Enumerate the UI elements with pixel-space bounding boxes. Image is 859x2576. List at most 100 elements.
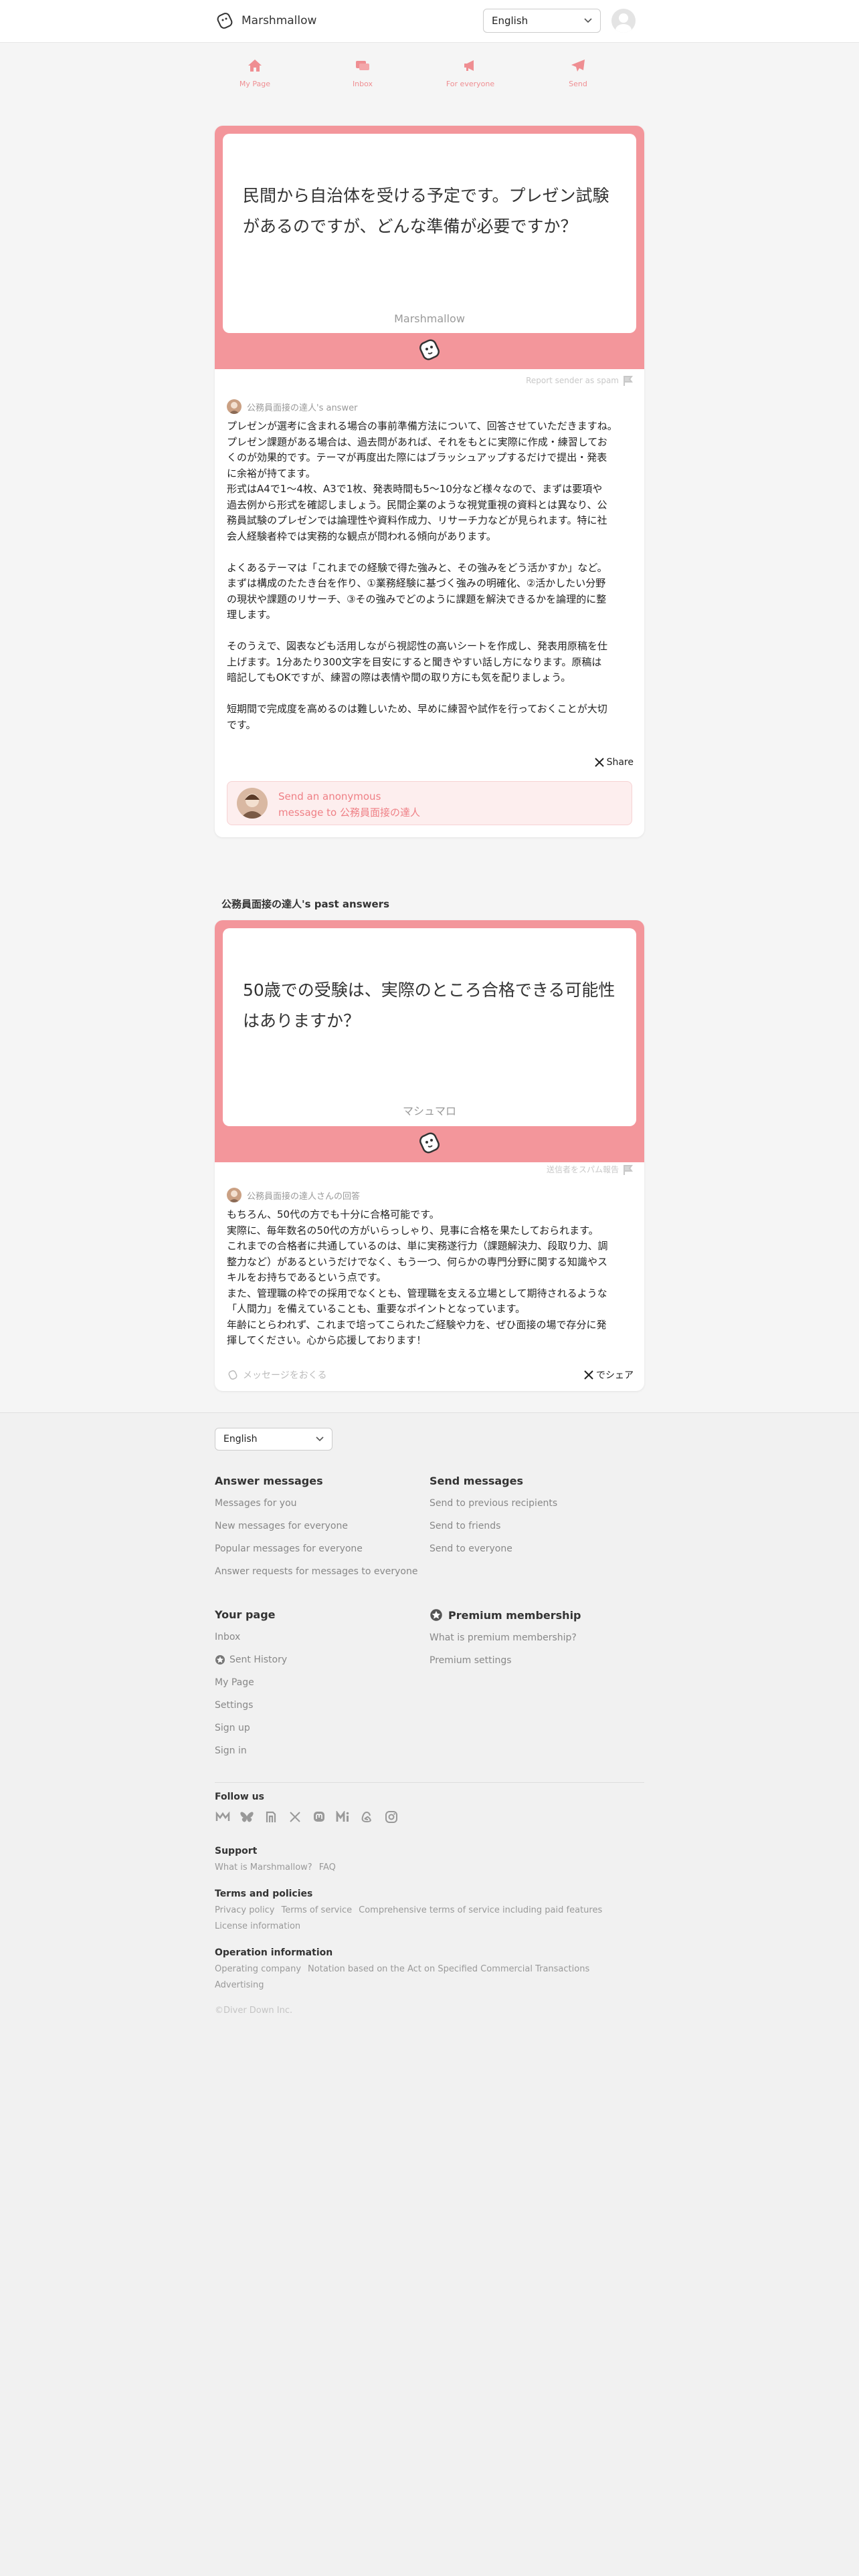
answerer-avatar: [227, 399, 242, 414]
premium-heading: Premium membership: [430, 1608, 581, 1622]
link-inbox[interactable]: Inbox: [215, 1632, 287, 1642]
answer-line: プレゼンが選考に含まれる場合の事前準備方法について、回答させていただきますね。: [227, 420, 617, 432]
bluesky-icon[interactable]: [239, 1809, 255, 1825]
link-send-friends[interactable]: Send to friends: [430, 1521, 557, 1531]
past-answers-heading: 公務員面接の達人's past answers: [221, 898, 390, 910]
answer-spacer: [227, 686, 632, 702]
answer-line: 揮してください。心から応援しております！: [227, 1334, 427, 1346]
answer-line: 会人経験者枠では実務的な観点が問われる傾向があります。: [227, 530, 496, 542]
default-avatar-icon: [615, 13, 632, 33]
send-message-link[interactable]: メッセージをおくる: [227, 1368, 326, 1382]
nav-for-everyone[interactable]: For everyone: [430, 59, 510, 89]
past-answer-card: 50歳での受験は、実際のところ合格できる可能性はありますか？ マシュマロ 送信者…: [215, 920, 644, 1391]
link-privacy-policy[interactable]: Privacy policy: [215, 1905, 281, 1915]
marshmallow-mascot-icon: [419, 1132, 440, 1154]
link-settings[interactable]: Settings: [215, 1700, 287, 1711]
instagram-icon[interactable]: [383, 1809, 399, 1825]
nav-send[interactable]: Send: [538, 59, 618, 89]
paper-plane-icon: [571, 60, 585, 72]
main-answer-card: 民間から自治体を受ける予定です。プレゼン試験があるのですが、どんな準備が必要です…: [215, 126, 644, 837]
link-advertising[interactable]: Advertising: [215, 1980, 271, 1990]
send-messages-column: Send messages Send to previous recipient…: [430, 1475, 557, 1554]
answer-line: プレゼン課題がある場合は、過去問があれば、それをもとに実際に作成・練習してお: [227, 435, 607, 448]
answer-line: よくあるテーマは「これまでの経験で得た強みと、その強みをどう活かすか」など。: [227, 561, 607, 574]
x-logo-icon[interactable]: [287, 1809, 303, 1825]
mastodon-icon[interactable]: [311, 1809, 327, 1825]
your-page-heading: Your page: [215, 1608, 276, 1621]
answer-line: の現状や課題のリサーチ、③その強みでどのように課題を解決できるかを論理的に整: [227, 593, 607, 605]
threads-icon[interactable]: [359, 1809, 375, 1825]
past-share-on-x-button[interactable]: でシェア: [584, 1368, 634, 1382]
link-sent-history[interactable]: Sent History: [215, 1654, 287, 1665]
user-avatar[interactable]: [611, 9, 636, 33]
premium-column: Premium membership What is premium membe…: [430, 1608, 581, 1667]
site-footer: English Answer messages Messages for you…: [0, 1412, 859, 2576]
operation-links-row2: Advertising: [215, 1980, 271, 1990]
answer-line: 上げます。1分あたり300文字を目安にすると聞きやすい話し方になります。原稿は: [227, 655, 602, 668]
answer-line: これまでの合格者に共通しているのは、単に実務遂行力（課題解決力、段取り力、調: [227, 1240, 608, 1252]
question-box: 民間から自治体を受ける予定です。プレゼン試験があるのですが、どんな準備が必要です…: [223, 134, 636, 333]
link-terms-of-service[interactable]: Terms of service: [281, 1905, 359, 1915]
brand-logo-link[interactable]: Marshmallow: [215, 11, 316, 31]
home-icon: [248, 60, 262, 72]
marshmallow-logo-icon: [217, 13, 233, 29]
chevron-down-icon: [584, 18, 592, 23]
question-brand: Marshmallow: [394, 312, 465, 325]
link-commercial-transactions[interactable]: Notation based on the Act on Specified C…: [308, 1964, 596, 1974]
operation-links-row1: Operating company Notation based on the A…: [215, 1964, 596, 1974]
link-answer-requests[interactable]: Answer requests for messages to everyone: [215, 1566, 417, 1577]
answer-line: に余裕が持てます。: [227, 467, 316, 479]
past-question-box: 50歳での受験は、実際のところ合格できる可能性はありますか？ マシュマロ: [223, 928, 636, 1126]
link-comprehensive-terms[interactable]: Comprehensive terms of service including…: [359, 1905, 609, 1915]
link-license-information[interactable]: License information: [215, 1921, 307, 1931]
past-question-card[interactable]: 50歳での受験は、実際のところ合格できる可能性はありますか？ マシュマロ: [215, 920, 644, 1162]
answer-line: もちろん、50代の方でも十分に合格可能です。: [227, 1208, 440, 1220]
question-text: 民間から自治体を受ける予定です。プレゼン試験があるのですが、どんな準備が必要です…: [243, 186, 609, 236]
link-sign-up[interactable]: Sign up: [215, 1723, 287, 1733]
link-what-is-premium[interactable]: What is premium membership?: [430, 1632, 581, 1643]
answer-line: 整力など）があるというだけでなく、もう一つ、何らかの専門分野に関する知識やス: [227, 1255, 607, 1268]
answer-line: 短期間で完成度を高めるのは難しいため、早めに練習や試作を行っておくことが大切: [227, 703, 607, 715]
answer-spacer: [227, 623, 632, 639]
flag-icon: [624, 376, 633, 386]
social-links: [215, 1809, 399, 1825]
link-messages-for-you[interactable]: Messages for you: [215, 1498, 417, 1509]
language-select-value: English: [492, 15, 529, 27]
link-my-page[interactable]: My Page: [215, 1677, 287, 1688]
send-message-label: メッセージをおくる: [243, 1370, 327, 1381]
send-messages-heading: Send messages: [430, 1475, 523, 1487]
language-select[interactable]: English: [483, 9, 601, 33]
megaphone-icon: [464, 60, 474, 71]
terms-links-row1: Privacy policy Terms of service Comprehens…: [215, 1905, 609, 1915]
send-message-line1: Send an anonymous: [278, 790, 381, 802]
misskey-mi-icon[interactable]: [335, 1809, 351, 1825]
send-anonymous-message-button[interactable]: Send an anonymous message to 公務員面接の達人: [227, 781, 632, 825]
link-popular-messages[interactable]: Popular messages for everyone: [215, 1543, 417, 1554]
brand-name: Marshmallow: [242, 14, 317, 27]
chevron-down-icon: [316, 1436, 324, 1442]
note-icon[interactable]: [263, 1809, 279, 1825]
footer-language-value: English: [223, 1434, 258, 1444]
share-label: Share: [606, 757, 634, 768]
link-operating-company[interactable]: Operating company: [215, 1964, 308, 1974]
link-faq[interactable]: FAQ: [319, 1862, 343, 1872]
link-new-messages[interactable]: New messages for everyone: [215, 1521, 417, 1531]
footer-language-select[interactable]: English: [215, 1428, 332, 1451]
premium-badge-icon: [215, 1655, 225, 1665]
link-send-previous[interactable]: Send to previous recipients: [430, 1498, 557, 1509]
answer-line: 「人間力」を備えていることも、重要なポイントとなっています。: [227, 1303, 526, 1315]
flag-icon: [624, 1164, 633, 1175]
past-answerer-name: 公務員面接の達人さんの回答: [247, 1191, 361, 1202]
answer-messages-heading: Answer messages: [215, 1475, 323, 1487]
link-premium-settings[interactable]: Premium settings: [430, 1655, 581, 1666]
share-on-x-button[interactable]: Share: [594, 757, 634, 768]
past-question-brand: マシュマロ: [402, 1105, 456, 1117]
report-spam-link[interactable]: Report sender as spam: [526, 375, 634, 386]
past-report-spam-link[interactable]: 送信者をスパム報告: [547, 1164, 634, 1175]
nav-my-page[interactable]: My Page: [215, 59, 295, 89]
misskey-icon[interactable]: [215, 1809, 231, 1825]
nav-inbox[interactable]: Inbox: [322, 59, 403, 89]
link-send-everyone[interactable]: Send to everyone: [430, 1543, 557, 1554]
link-sign-in[interactable]: Sign in: [215, 1745, 287, 1756]
link-what-is-marshmallow[interactable]: What is Marshmallow?: [215, 1862, 319, 1872]
